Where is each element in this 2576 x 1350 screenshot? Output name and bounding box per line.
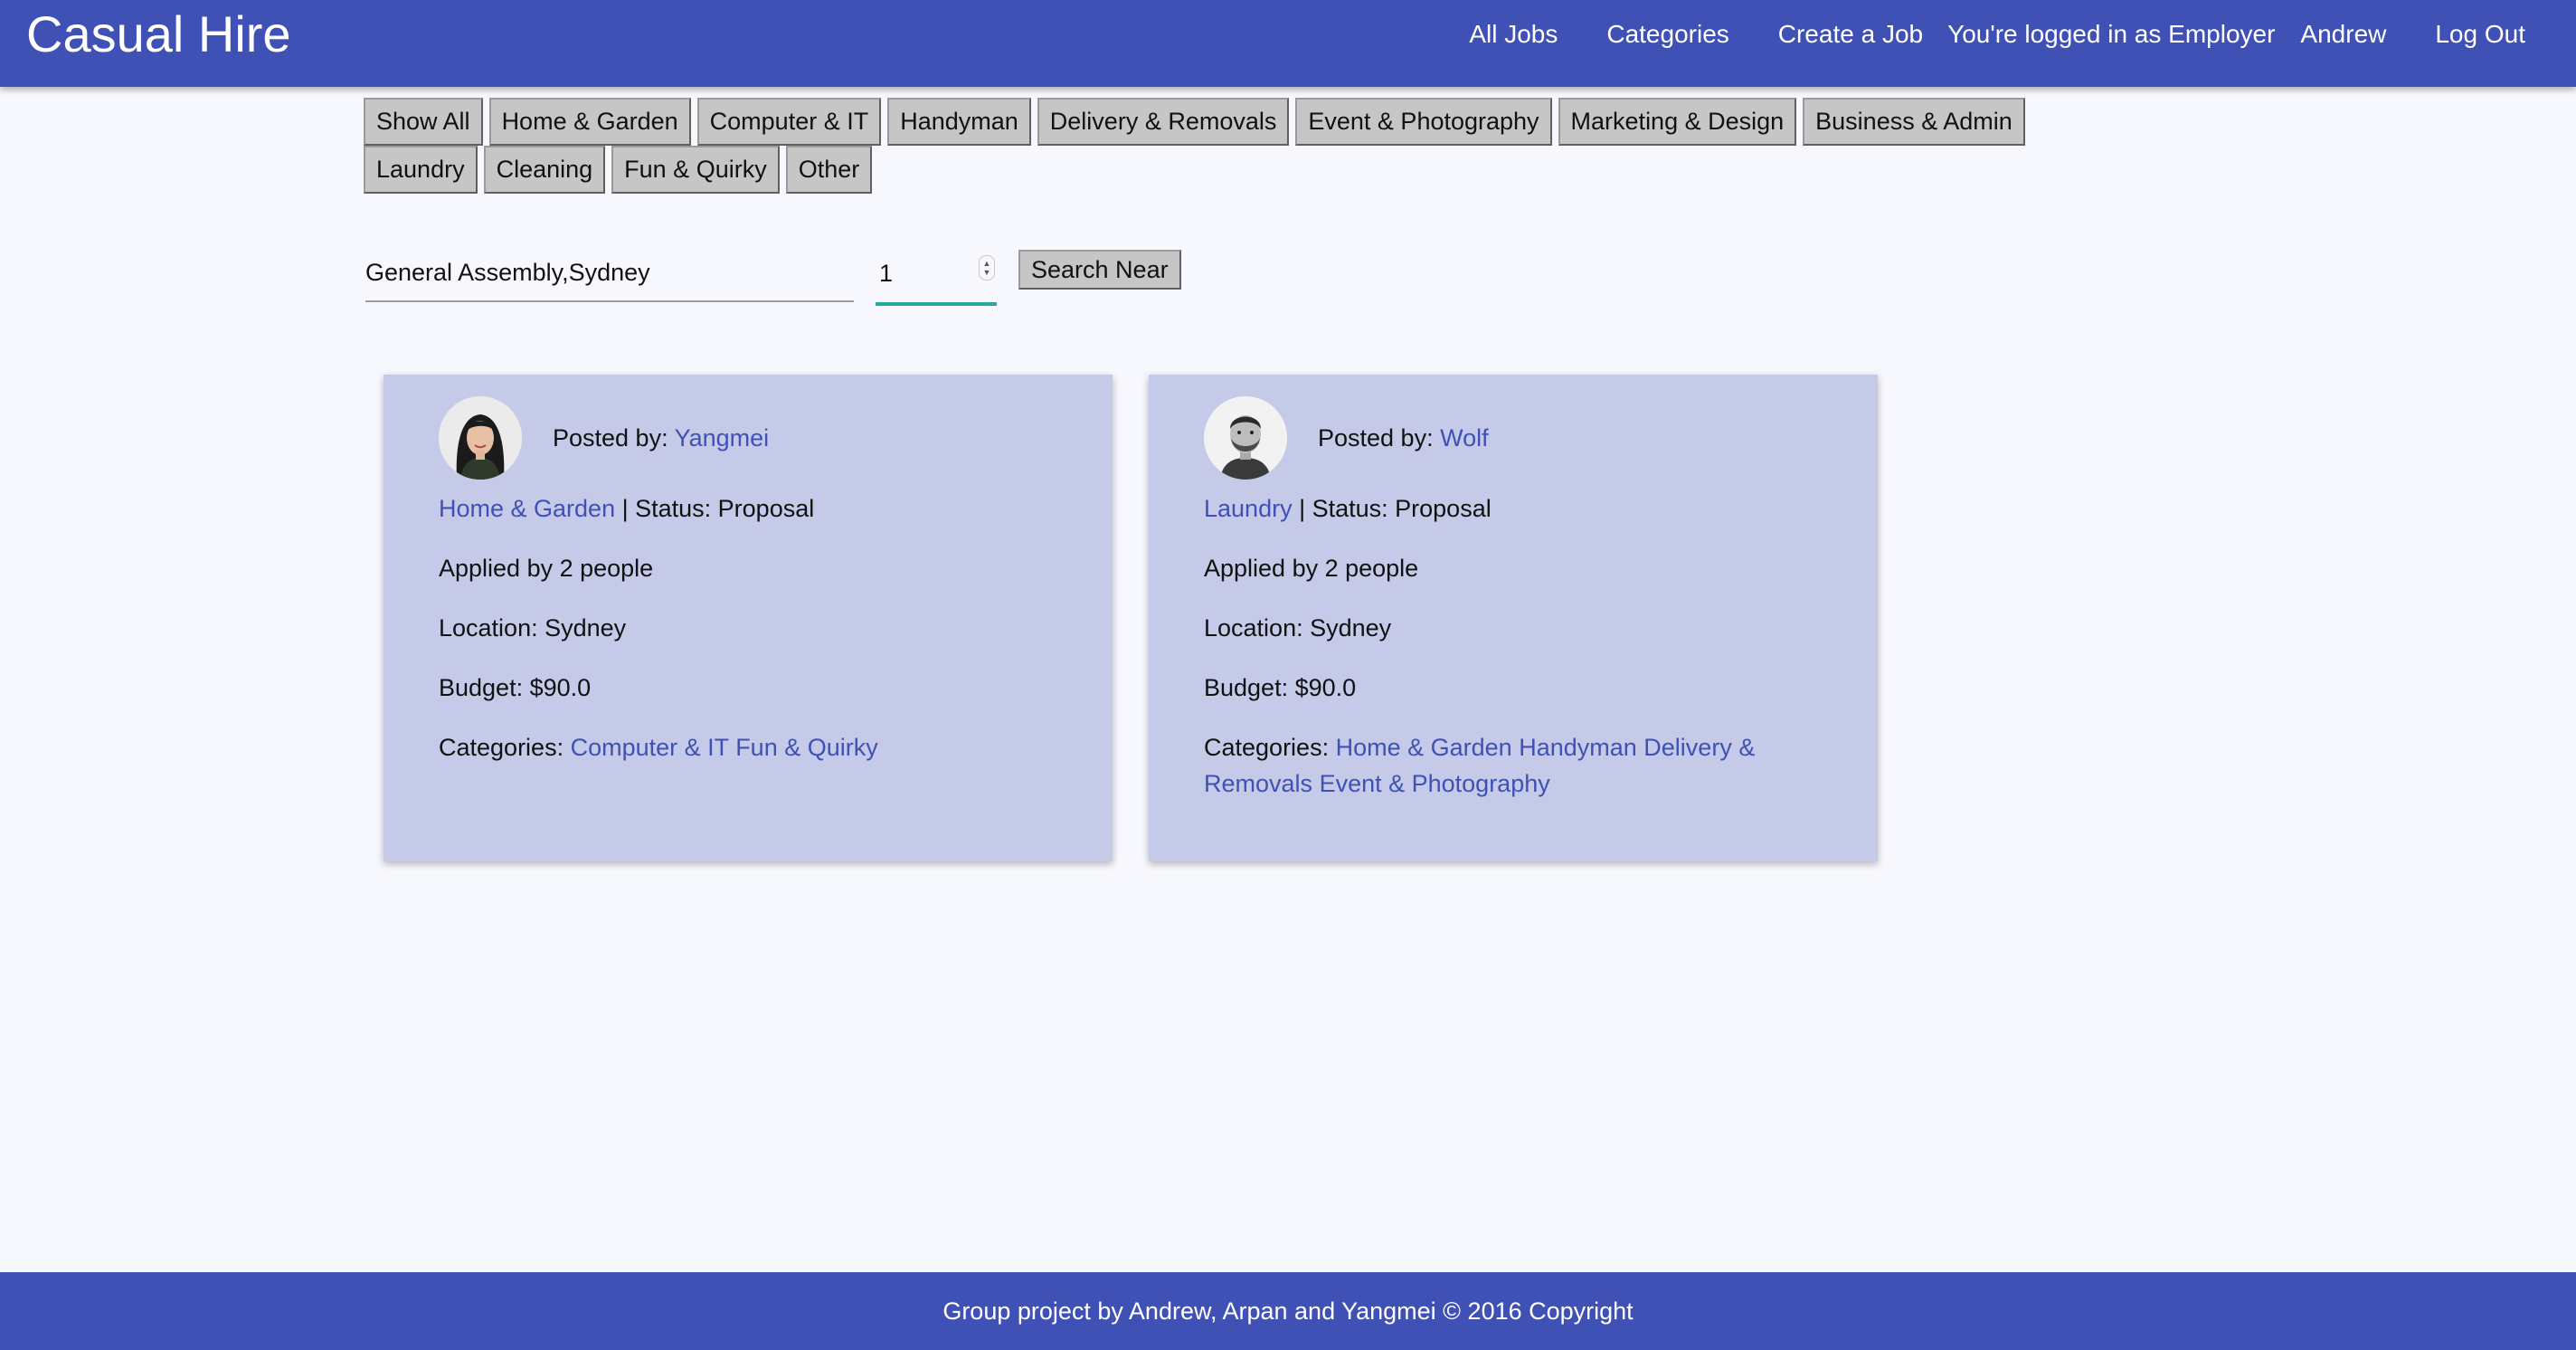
- avatar: [1204, 396, 1287, 480]
- job-category-tag-link[interactable]: Computer & IT: [571, 734, 729, 761]
- category-button-delivery-removals[interactable]: Delivery & Removals: [1037, 98, 1290, 146]
- location-input[interactable]: [365, 244, 854, 302]
- footer-copyright-text: Group project by Andrew, Arpan and Yangm…: [942, 1297, 1634, 1325]
- category-button-cleaning[interactable]: Cleaning: [483, 146, 606, 194]
- poster-link[interactable]: Wolf: [1440, 424, 1489, 452]
- category-button-laundry[interactable]: Laundry: [364, 146, 478, 194]
- category-button-show-all[interactable]: Show All: [364, 98, 483, 146]
- job-status: | Status: Proposal: [615, 495, 815, 522]
- nav-user-link[interactable]: Andrew: [2300, 20, 2386, 49]
- poster-link[interactable]: Yangmei: [675, 424, 770, 452]
- job-categories-label: Categories:: [439, 734, 564, 761]
- job-status: | Status: Proposal: [1292, 495, 1492, 522]
- job-location: Location: Sydney: [1204, 614, 1392, 642]
- category-button-fun-quirky[interactable]: Fun & Quirky: [611, 146, 780, 194]
- posted-by-text: Posted by: Wolf: [1318, 420, 1489, 456]
- poster-row: Posted by: Yangmei: [439, 396, 1058, 480]
- category-button-marketing-design[interactable]: Marketing & Design: [1558, 98, 1797, 146]
- job-category-status: Laundry | Status: Proposal: [1204, 490, 1823, 527]
- job-budget: Budget: $90.0: [1204, 674, 1357, 701]
- top-navbar: Casual Hire All Jobs Categories Create a…: [0, 0, 2576, 87]
- category-button-home-garden[interactable]: Home & Garden: [488, 98, 691, 146]
- category-button-handyman[interactable]: Handyman: [887, 98, 1031, 146]
- job-category-tag-link[interactable]: Handyman: [1519, 734, 1637, 761]
- category-filter-bar: Show All Home & Garden Computer & IT Han…: [364, 98, 2118, 194]
- category-button-other[interactable]: Other: [785, 146, 873, 194]
- avatar: [439, 396, 522, 480]
- poster-row: Posted by: Wolf: [1204, 396, 1823, 480]
- job-card: Posted by: Yangmei Home & Garden | Statu…: [384, 375, 1113, 861]
- category-button-business-admin[interactable]: Business & Admin: [1803, 98, 2025, 146]
- nav-create-job-link[interactable]: Create a Job: [1778, 20, 1923, 49]
- login-status-text: You're logged in as Employer: [1947, 20, 2276, 48]
- job-category-tag-link[interactable]: Home & Garden: [1336, 734, 1512, 761]
- job-category-tag-link[interactable]: Fun & Quirky: [735, 734, 878, 761]
- category-button-event-photography[interactable]: Event & Photography: [1295, 98, 1552, 146]
- posted-by-label: Posted by:: [1318, 424, 1434, 452]
- job-categories: Categories: Home & Garden Handyman Deliv…: [1204, 729, 1783, 802]
- footer: Group project by Andrew, Arpan and Yangm…: [0, 1272, 2576, 1350]
- job-category-link[interactable]: Home & Garden: [439, 495, 615, 522]
- posted-by-label: Posted by:: [553, 424, 668, 452]
- nav-all-jobs-link[interactable]: All Jobs: [1469, 20, 1558, 49]
- search-near-button[interactable]: Search Near: [1018, 250, 1181, 290]
- job-card: Posted by: Wolf Laundry | Status: Propos…: [1149, 375, 1878, 861]
- brand-logo-link[interactable]: Casual Hire: [26, 5, 291, 63]
- job-categories-label: Categories:: [1204, 734, 1330, 761]
- distance-field: ▲▼: [876, 244, 997, 306]
- posted-by-text: Posted by: Yangmei: [553, 420, 769, 456]
- nav-categories-link[interactable]: Categories: [1606, 20, 1728, 49]
- distance-input[interactable]: [876, 244, 975, 302]
- job-budget: Budget: $90.0: [439, 674, 592, 701]
- search-near-form: ▲▼ Search Near: [365, 244, 1632, 308]
- job-category-link[interactable]: Laundry: [1204, 495, 1293, 522]
- category-button-computer-it[interactable]: Computer & IT: [696, 98, 882, 146]
- job-category-status: Home & Garden | Status: Proposal: [439, 490, 1058, 527]
- nav-logout-link[interactable]: Log Out: [2435, 20, 2525, 49]
- job-applied-count: Applied by 2 people: [439, 555, 654, 582]
- nav-links: All Jobs Categories Create a Job You're …: [1469, 0, 2525, 69]
- number-stepper-arrows-icon[interactable]: ▲ ▼: [979, 255, 995, 280]
- job-applied-count: Applied by 2 people: [1204, 555, 1419, 582]
- job-location: Location: Sydney: [439, 614, 627, 642]
- job-categories: Categories: Computer & IT Fun & Quirky: [439, 729, 1018, 765]
- job-category-tag-link[interactable]: Event & Photography: [1320, 770, 1550, 797]
